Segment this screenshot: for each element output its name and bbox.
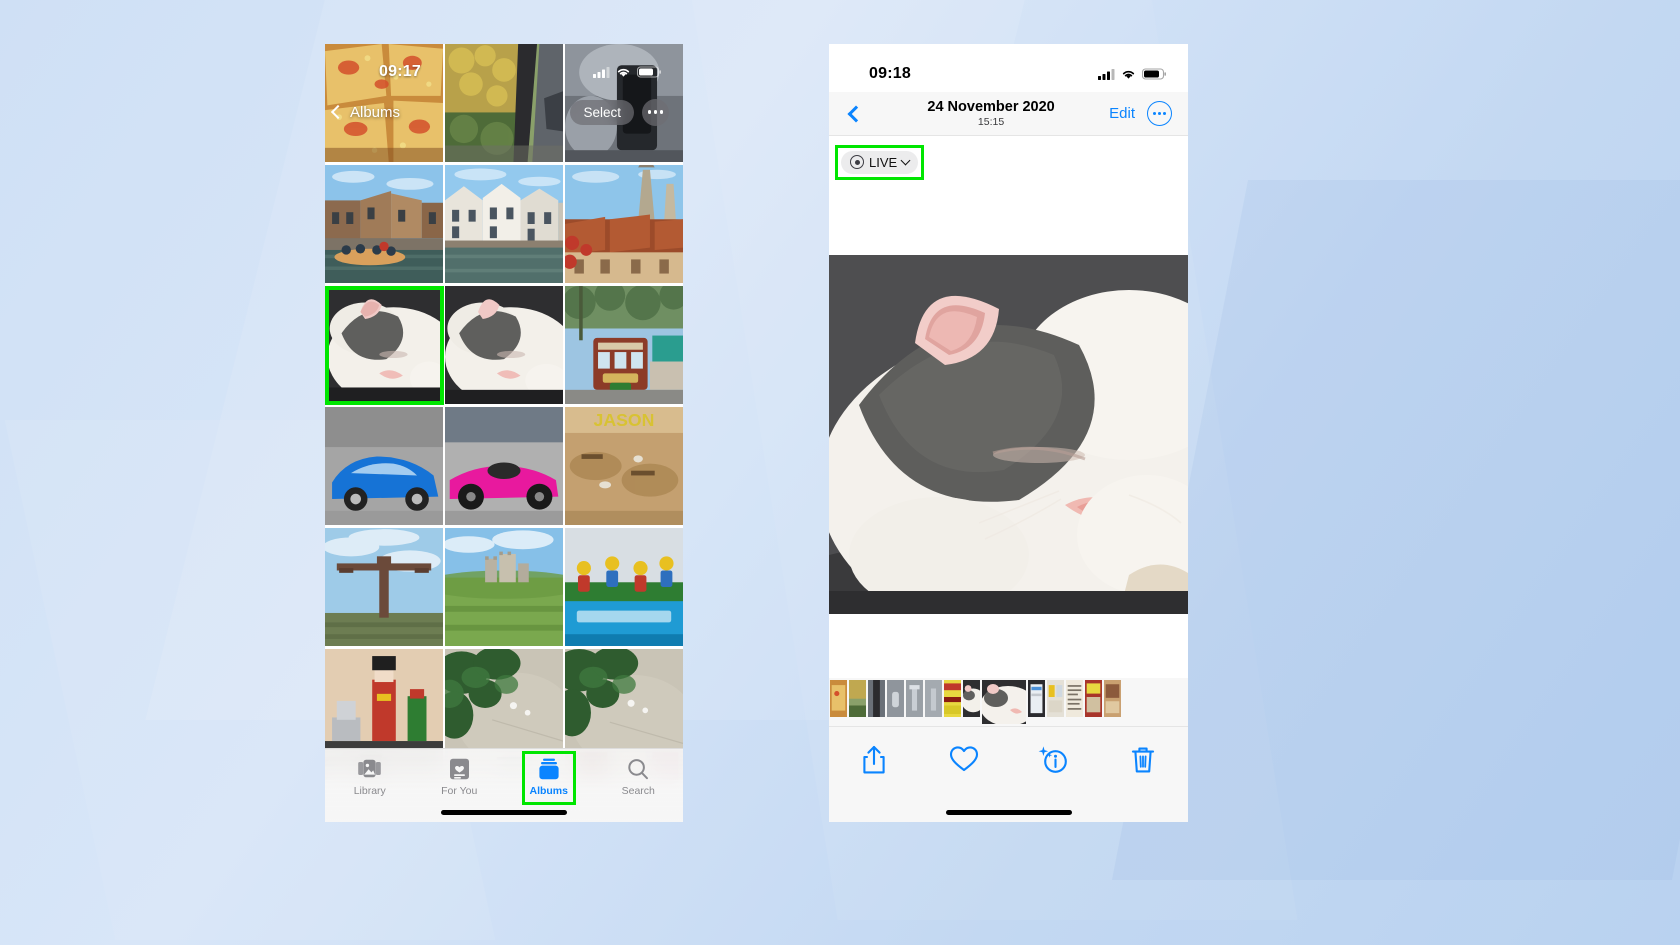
live-photo-icon bbox=[850, 155, 864, 169]
heart-icon bbox=[949, 746, 978, 772]
favorite-button[interactable] bbox=[919, 745, 1009, 773]
more-ellipsis-circle-icon[interactable] bbox=[1147, 101, 1172, 126]
cellular-signal-icon bbox=[1098, 69, 1115, 80]
filmstrip-thumb-car-window[interactable] bbox=[868, 680, 885, 724]
for-you-card-icon bbox=[446, 758, 472, 780]
tab-albums[interactable]: Albums bbox=[504, 751, 594, 805]
grid-photo-town-rooftops-church[interactable] bbox=[565, 165, 683, 284]
wifi-icon bbox=[1122, 70, 1135, 79]
filmstrip-thumb-book-page[interactable] bbox=[1104, 680, 1121, 724]
right-status-time: 09:18 bbox=[869, 65, 911, 82]
laxey-tram-image bbox=[565, 286, 683, 404]
sleeping-cat-2-image bbox=[445, 286, 563, 404]
grid-photo-angel-of-the-north[interactable] bbox=[325, 528, 443, 647]
info-button[interactable] bbox=[1009, 745, 1099, 775]
grid-photo-pink-race-car[interactable] bbox=[445, 407, 563, 526]
grid-photo-archaeology-dig[interactable]: JASON bbox=[565, 407, 683, 526]
share-button[interactable] bbox=[829, 745, 919, 775]
tab-albums-label: Albums bbox=[529, 785, 568, 797]
photo-toolbar bbox=[829, 726, 1188, 822]
search-icon bbox=[625, 758, 651, 780]
tab-library[interactable]: Library bbox=[325, 758, 415, 797]
tab-search-label: Search bbox=[621, 785, 655, 797]
live-badge-highlight: LIVE bbox=[835, 144, 925, 180]
left-nav-actions: Select bbox=[570, 98, 669, 126]
battery-icon bbox=[1142, 68, 1166, 80]
back-button[interactable] bbox=[839, 105, 873, 122]
blue-sports-car-image bbox=[325, 407, 443, 525]
hero-photo[interactable] bbox=[829, 255, 1188, 614]
filmstrip-thumb-door-handle[interactable] bbox=[887, 680, 904, 724]
info-sparkle-icon bbox=[1038, 746, 1068, 773]
sleeping-cat-1-image bbox=[325, 286, 443, 404]
grid-photo-sleeping-cat-1[interactable] bbox=[325, 286, 443, 405]
edit-button[interactable]: Edit bbox=[1109, 105, 1135, 122]
lego-minifigures-image bbox=[565, 528, 683, 646]
tab-for-you-label: For You bbox=[441, 785, 478, 797]
grid-photo-sleeping-cat-2[interactable] bbox=[445, 286, 563, 405]
tab-search[interactable]: Search bbox=[594, 758, 684, 797]
grid-photo-bruges-canal-houses[interactable] bbox=[445, 165, 563, 284]
chevron-left-icon bbox=[330, 104, 346, 120]
filmstrip-thumb-magazine-cover[interactable] bbox=[1085, 680, 1102, 724]
angel-sculpture-image bbox=[325, 528, 443, 646]
photo-stack-icon bbox=[357, 758, 383, 780]
svg-text:JASON: JASON bbox=[594, 410, 655, 430]
albums-icon bbox=[536, 758, 562, 780]
grid-photo-blue-lamborghini[interactable] bbox=[325, 407, 443, 526]
back-to-albums-button[interactable]: Albums bbox=[330, 103, 401, 121]
filmstrip-thumb-newspaper-text[interactable] bbox=[1066, 680, 1083, 724]
select-button[interactable]: Select bbox=[570, 99, 634, 125]
right-status-icons bbox=[1098, 68, 1166, 80]
home-indicator bbox=[945, 810, 1072, 815]
canal-houses-image bbox=[445, 165, 563, 283]
filmstrip-thumb-pizza-slices[interactable] bbox=[830, 680, 847, 724]
delete-button[interactable] bbox=[1098, 745, 1188, 775]
right-status-bar: 09:18 bbox=[829, 44, 1188, 92]
trash-icon bbox=[1132, 747, 1155, 773]
back-label: Albums bbox=[350, 103, 401, 121]
grid-photo-laxey-tram[interactable] bbox=[565, 286, 683, 405]
canal-boat-image bbox=[325, 165, 443, 283]
live-photo-mode-button[interactable]: LIVE bbox=[841, 150, 919, 174]
filmstrip[interactable] bbox=[829, 678, 1188, 726]
filmstrip-thumb-newspaper-red[interactable] bbox=[944, 680, 961, 724]
live-badge-row: LIVE bbox=[829, 140, 1188, 184]
filmstrip-thumb-autumn-tree[interactable] bbox=[849, 680, 866, 724]
page-subtitle: 15:15 bbox=[977, 116, 1005, 129]
home-indicator bbox=[441, 810, 567, 815]
filmstrip-thumb-tap-2[interactable] bbox=[925, 680, 942, 724]
live-badge-label: LIVE bbox=[869, 154, 898, 170]
tab-library-label: Library bbox=[353, 785, 386, 797]
archaeology-dig-image: JASON bbox=[565, 407, 683, 525]
chevron-left-icon bbox=[847, 105, 865, 122]
chevron-down-icon bbox=[900, 155, 911, 166]
filmstrip-thumb-selected[interactable] bbox=[982, 680, 1026, 724]
page-title: 24 November 2020 bbox=[927, 98, 1055, 115]
left-nav-bar: Albums Select bbox=[325, 90, 683, 134]
photo-date-header: 24 November 2020 15:15 bbox=[873, 99, 1109, 129]
castle-ruins-image bbox=[445, 528, 563, 646]
filmstrip-thumb-cat-1[interactable] bbox=[963, 680, 980, 724]
photo-grid[interactable]: JASON bbox=[325, 44, 683, 767]
filmstrip-thumb-poster-wall[interactable] bbox=[1047, 680, 1064, 724]
left-phone-screenshot: JASON 09:17 Albums Select Library For Yo… bbox=[325, 44, 683, 822]
filmstrip-thumb-phone-screen[interactable] bbox=[1028, 680, 1045, 724]
more-ellipsis-icon[interactable] bbox=[642, 98, 669, 126]
sleeping-cat-live-photo-image bbox=[829, 255, 1188, 614]
filmstrip-thumb-tap-1[interactable] bbox=[906, 680, 923, 724]
pink-race-car-image bbox=[445, 407, 563, 525]
grid-photo-lego-minifigures[interactable] bbox=[565, 528, 683, 647]
share-icon bbox=[863, 745, 885, 774]
rooftops-image bbox=[565, 165, 683, 283]
tab-for-you[interactable]: For You bbox=[415, 758, 505, 797]
right-phone-screenshot: 09:18 24 November 2020 15:15 Edit LIVE bbox=[829, 44, 1188, 822]
grid-photo-castle-ruins-field[interactable] bbox=[445, 528, 563, 647]
right-nav-bar: 24 November 2020 15:15 Edit bbox=[829, 92, 1188, 136]
grid-photo-bruges-canal-boat[interactable] bbox=[325, 165, 443, 284]
